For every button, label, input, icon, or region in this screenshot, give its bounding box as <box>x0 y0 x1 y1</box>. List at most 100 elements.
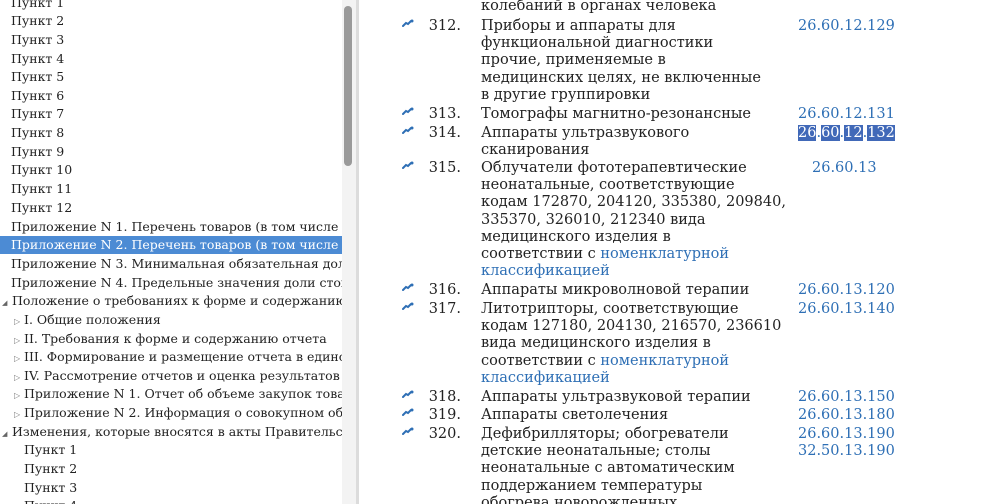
row-text-line: классификацией <box>481 370 610 387</box>
link-icon[interactable] <box>402 283 414 293</box>
okpd-code-link[interactable]: 26.60.12.131 <box>798 106 895 123</box>
collapse-triangle-icon[interactable]: ▷ <box>14 350 24 366</box>
row-number: 312. <box>428 18 461 34</box>
link-icon[interactable] <box>402 302 414 312</box>
row-text-line: вида медицинского изделия в <box>481 335 711 352</box>
sidebar-item[interactable]: Приложение N 1. Перечень товаров (в том … <box>0 218 342 236</box>
sidebar-item[interactable]: ▷ I. Общие положения <box>0 311 342 329</box>
sidebar-item-label: Пункт 3 <box>24 480 78 495</box>
link-icon[interactable] <box>402 126 414 136</box>
row-text-line: Аппараты светолечения <box>481 407 669 423</box>
sidebar-item[interactable]: ▷ IV. Рассмотрение отчетов и оценка резул… <box>0 367 342 385</box>
sidebar-item-label: Пункт 1 <box>11 0 65 10</box>
row-number: 320. <box>428 426 461 442</box>
classification-link[interactable]: номенклатурной <box>600 353 729 369</box>
sidebar-item[interactable]: Приложение N 4. Предельные значения доли… <box>0 274 342 292</box>
sidebar-item-label: Пункт 4 <box>24 498 77 504</box>
sidebar-item[interactable]: ▷ II. Требования к форме и содержанию отч… <box>0 330 342 348</box>
row-text-line: Аппараты ультразвукового <box>481 125 690 141</box>
row-text-line: кодам 172870, 204120, 335380, 209840, <box>481 194 786 211</box>
collapse-triangle-icon[interactable]: ▷ <box>14 313 24 329</box>
sidebar-item[interactable]: Пункт 11 <box>0 180 342 198</box>
classification-link[interactable]: классификацией <box>481 370 610 386</box>
sidebar-item[interactable]: ▷ Приложение N 2. Информация о совокупном… <box>0 404 342 422</box>
sidebar-item[interactable]: Пункт 8 <box>0 124 342 142</box>
row-text-line: Дефибрилляторы; обогреватели <box>481 426 729 442</box>
row-text-line: соответствии с номенклатурной <box>481 246 730 262</box>
collapse-triangle-icon[interactable]: ▷ <box>14 332 24 348</box>
okpd-code-link[interactable]: 26.60.12.132 <box>798 125 895 142</box>
okpd-code-link[interactable]: 26.60.13.180 <box>798 407 895 424</box>
sidebar-scrollbar-thumb[interactable] <box>344 6 352 166</box>
sidebar-item[interactable]: ▷ III. Формирование и размещение отчета в… <box>0 348 342 366</box>
row-text-line: классификацией <box>481 263 610 280</box>
sidebar-item[interactable]: Пункт 5 <box>0 68 342 86</box>
sidebar-item[interactable]: Пункт 2 <box>0 460 342 478</box>
sidebar-item[interactable]: ▷ Приложение N 1. Отчет об объеме закупок… <box>0 385 342 403</box>
row-text-line: детские неонатальные; столы <box>481 443 711 460</box>
sidebar-item[interactable]: Пункт 12 <box>0 199 342 217</box>
row-text-line: прочие, применяемые в <box>481 52 666 69</box>
sidebar-item-label: III. Формирование и размещение отчета в … <box>24 349 342 364</box>
link-icon[interactable] <box>402 390 414 400</box>
row-text-line: соответствии с номенклатурной <box>481 352 730 369</box>
okpd-code-link[interactable]: 32.50.13.190 <box>798 443 895 460</box>
sidebar-item-label: Изменения, которые вносятся в акты Прави… <box>12 424 342 439</box>
row-text-line: Аппараты микроволновой терапии <box>481 282 750 298</box>
row-text-line: Облучатели фототерапевтические <box>481 160 747 176</box>
sidebar-item-label: Приложение N 2. Информация о совокупном … <box>24 405 342 420</box>
okpd-code-link[interactable]: 26.60.13 <box>812 160 877 177</box>
sidebar-item-label: I. Общие положения <box>24 312 161 327</box>
row-text-line: кодам 127180, 204130, 216570, 236610 <box>481 318 782 335</box>
sidebar-item-label: Пункт 7 <box>11 106 65 121</box>
sidebar-item-label: Пункт 9 <box>11 144 65 159</box>
link-icon[interactable] <box>402 161 414 171</box>
sidebar-item[interactable]: Пункт 1 <box>0 441 342 459</box>
toc-sidebar: Пункт 1 Пункт 2 Пункт 3 Пункт 4 Пункт 5 Пункт… <box>0 0 342 504</box>
link-icon[interactable] <box>402 19 414 29</box>
sidebar-item[interactable]: ◢ Положение о требованиях к форме и содер… <box>0 292 342 310</box>
sidebar-item[interactable]: Приложение N 3. Минимальная обязательная… <box>0 255 342 273</box>
sidebar-item[interactable]: Пункт 3 <box>0 479 342 497</box>
sidebar-item-label: Пункт 10 <box>11 162 73 177</box>
expand-triangle-icon[interactable]: ◢ <box>2 425 12 441</box>
sidebar-item-label: Пункт 2 <box>11 13 65 28</box>
okpd-code-link[interactable]: 26.60.13.140 <box>798 301 895 318</box>
sidebar-item-label: Пункт 5 <box>11 69 65 84</box>
sidebar-item[interactable]: Пункт 10 <box>0 161 342 179</box>
sidebar-item[interactable]: Пункт 1 <box>0 0 342 12</box>
sidebar-item[interactable]: ◢ Изменения, которые вносятся в акты Прав… <box>0 423 342 441</box>
sidebar-item[interactable]: Пункт 4 <box>0 50 342 68</box>
sidebar-item[interactable]: Пункт 2 <box>0 12 342 30</box>
collapse-triangle-icon[interactable]: ▷ <box>14 387 24 403</box>
row-number: 315. <box>428 160 461 176</box>
sidebar-item[interactable]: Приложение N 2. Перечень товаров (в том … <box>0 236 342 254</box>
collapse-triangle-icon[interactable]: ▷ <box>14 369 24 385</box>
sidebar-item[interactable]: Пункт 7 <box>0 105 342 123</box>
row-text-line: медицинского изделия в <box>481 228 671 245</box>
row-number: 316. <box>428 282 461 298</box>
sidebar-item-label: Положение о требованиях к форме и содерж… <box>12 293 342 308</box>
sidebar-item[interactable]: Пункт 6 <box>0 87 342 105</box>
link-icon[interactable] <box>402 427 414 437</box>
link-icon[interactable] <box>402 107 414 117</box>
row-text-line: обогрева новорожденных <box>481 494 678 504</box>
sidebar-item[interactable]: Пункт 3 <box>0 31 342 49</box>
expand-triangle-icon[interactable]: ◢ <box>2 294 12 310</box>
sidebar-item[interactable]: Пункт 4 <box>0 497 342 504</box>
row-number: 319. <box>428 407 461 423</box>
sidebar-item-label: Пункт 6 <box>11 88 65 103</box>
okpd-code-link[interactable]: 26.60.13.120 <box>798 282 895 299</box>
classification-link[interactable]: номенклатурной <box>600 246 729 262</box>
link-icon[interactable] <box>402 408 414 418</box>
okpd-code-link[interactable]: 26.60.13.150 <box>798 389 895 406</box>
top-text-fragment: колебаний в органах человека <box>481 0 717 14</box>
sidebar-item-label: Приложение N 4. Предельные значения доли… <box>11 275 342 290</box>
okpd-code-link[interactable]: 26.60.13.190 <box>798 426 895 443</box>
row-text-line: медицинских целях, не включенные <box>481 69 761 86</box>
sidebar-item[interactable]: Пункт 9 <box>0 143 342 161</box>
collapse-triangle-icon[interactable]: ▷ <box>14 406 24 422</box>
classification-link[interactable]: классификацией <box>481 263 610 279</box>
okpd-code-link[interactable]: 26.60.12.129 <box>798 18 895 35</box>
sidebar-item-label: Пункт 1 <box>24 442 78 457</box>
